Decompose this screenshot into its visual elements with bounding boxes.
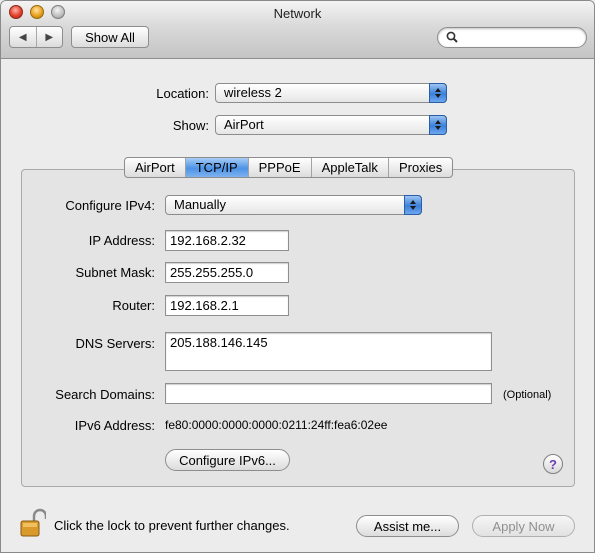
search-domains-field[interactable] [165,383,492,404]
ip-address-label: IP Address: [88,233,155,248]
ipv6-address-label: IPv6 Address: [74,418,155,433]
show-label: Show: [172,118,209,133]
popup-arrows-icon [429,83,447,103]
tab-proxies[interactable]: Proxies [389,158,452,177]
location-label: Location: [156,86,209,101]
search-input[interactable] [437,27,587,48]
tab-pppoe[interactable]: PPPoE [249,158,312,177]
show-popup[interactable]: AirPort [215,115,447,135]
optional-label: (Optional) [503,389,552,401]
router-label: Router: [112,298,155,313]
tab-tcpip[interactable]: TCP/IP [185,158,249,177]
configure-ipv4-label: Configure IPv4: [65,198,155,213]
show-value: AirPort [224,117,264,132]
assist-me-button[interactable]: Assist me... [356,515,459,537]
configure-ipv6-button[interactable]: Configure IPv6... [165,449,290,471]
ip-address-field[interactable]: 192.168.2.32 [165,230,289,251]
tab-appletalk[interactable]: AppleTalk [312,158,389,177]
configure-ipv4-popup[interactable]: Manually [165,195,422,215]
search-icon [446,31,458,43]
window-title: Network [273,6,322,21]
tcpip-panel [21,169,575,487]
ipv6-address-value: fe80:0000:0000:0000:0211:24ff:fea6:02ee [165,418,388,432]
subnet-mask-label: Subnet Mask: [75,265,156,280]
show-all-button[interactable]: Show All [71,26,149,48]
subnet-mask-field[interactable]: 255.255.255.0 [165,262,289,283]
lock-message: Click the lock to prevent further change… [54,518,290,533]
apply-now-button[interactable]: Apply Now [472,515,575,537]
search-domains-label: Search Domains: [55,387,155,402]
popup-arrows-icon [404,195,422,215]
forward-arrow-icon[interactable]: ▶ [37,27,63,47]
router-field[interactable]: 192.168.2.1 [165,295,289,316]
dns-servers-field[interactable]: 205.188.146.145 [165,332,492,371]
configure-ipv4-value: Manually [174,197,227,212]
tab-airport[interactable]: AirPort [125,158,186,177]
tab-bar: AirPort TCP/IP PPPoE AppleTalk Proxies [124,157,454,178]
back-forward-control: ◀ ▶ [9,26,63,48]
back-arrow-icon[interactable]: ◀ [10,27,37,47]
popup-arrows-icon [429,115,447,135]
network-window: Network ◀ ▶ Show All Location: wireless … [0,0,595,553]
location-value: wireless 2 [224,85,282,100]
dns-servers-label: DNS Servers: [75,336,155,351]
help-button[interactable]: ? [543,454,563,474]
help-icon: ? [549,456,557,472]
location-popup[interactable]: wireless 2 [215,83,447,103]
lock-icon[interactable] [20,508,46,538]
title-bar: Network ◀ ▶ Show All [1,1,594,59]
